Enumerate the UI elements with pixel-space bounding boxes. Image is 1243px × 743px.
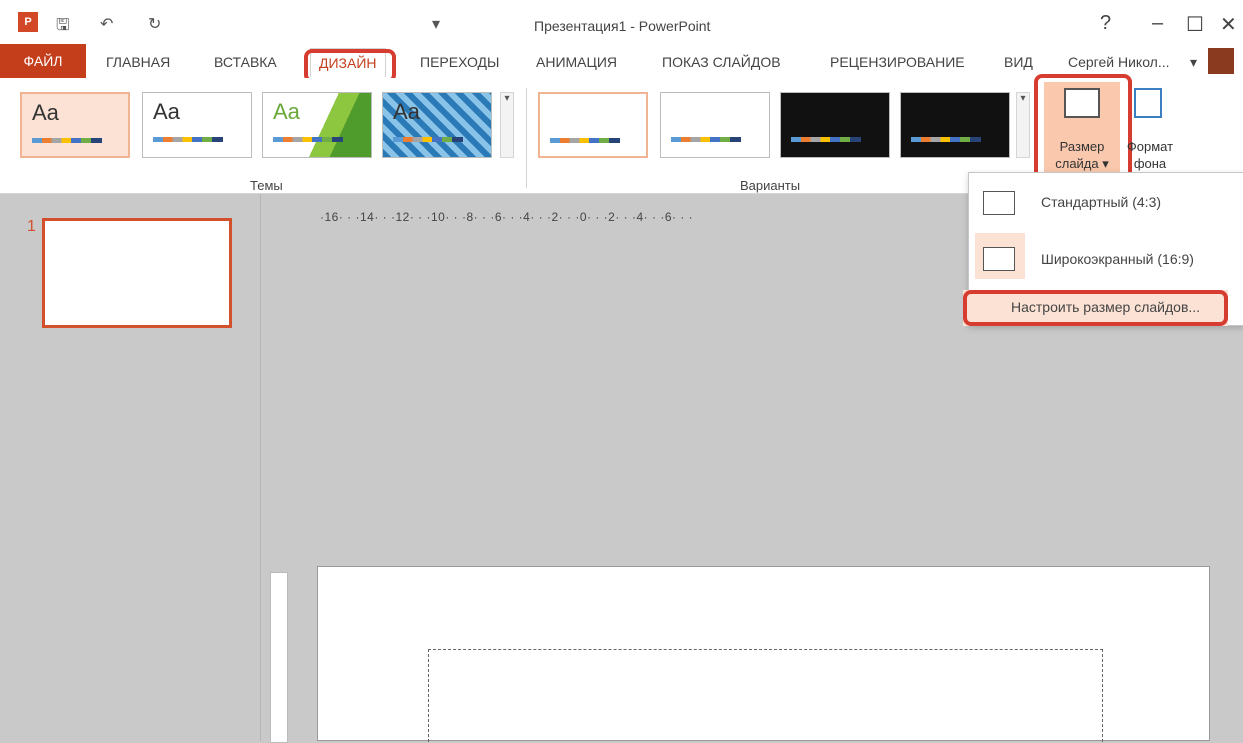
tab-home[interactable]: ГЛАВНАЯ	[106, 54, 170, 70]
tab-view[interactable]: ВИД	[1004, 54, 1033, 70]
menu-item-standard[interactable]: Стандартный (4:3)	[969, 181, 1243, 227]
slide-thumbnail[interactable]	[42, 218, 232, 328]
slide-number: 1	[27, 218, 36, 235]
format-background-label-1: Формат	[1126, 139, 1174, 154]
theme-color-bars	[32, 138, 102, 143]
theme-sample-label: Aa	[393, 99, 420, 124]
standard-size-icon	[983, 191, 1015, 215]
widescreen-size-icon	[983, 247, 1015, 271]
variants-more-chevron-icon[interactable]: ▾	[1016, 92, 1030, 158]
tab-file[interactable]: ФАЙЛ	[0, 44, 86, 78]
format-background-icon	[1134, 88, 1162, 118]
title-bar: P 🖫 ↶ ↻ ▾ Презентация1 - PowerPoint ? – …	[0, 0, 1243, 44]
vertical-ruler[interactable]	[270, 572, 288, 743]
theme-color-bars	[393, 137, 463, 142]
theme-sample-label: Aa	[273, 99, 300, 124]
customize-qat-icon[interactable]: ▾	[432, 14, 440, 34]
powerpoint-icon: P	[18, 12, 38, 32]
avatar[interactable]	[1208, 48, 1234, 74]
tab-slideshow[interactable]: ПОКАЗ СЛАЙДОВ	[662, 54, 781, 70]
close-button[interactable]: ✕	[1220, 12, 1237, 37]
variant-3[interactable]	[780, 92, 890, 158]
variant-color-bars	[791, 137, 861, 142]
theme-office[interactable]: Aa	[20, 92, 130, 158]
themes-more-chevron-icon[interactable]: ▾	[500, 92, 514, 158]
window-title: Презентация1 - PowerPoint	[534, 18, 711, 34]
ribbon-tabs: ФАЙЛ ГЛАВНАЯ ВСТАВКА ДИЗАЙН ПЕРЕХОДЫ АНИ…	[0, 44, 1243, 83]
variant-color-bars	[911, 137, 981, 142]
minimize-button[interactable]: –	[1152, 12, 1163, 35]
group-separator	[526, 88, 527, 188]
theme-2[interactable]: Aa	[142, 92, 252, 158]
variant-4[interactable]	[900, 92, 1010, 158]
variant-1[interactable]	[538, 92, 648, 158]
variant-2[interactable]	[660, 92, 770, 158]
theme-color-bars	[273, 137, 343, 142]
theme-4[interactable]: Aa	[382, 92, 492, 158]
slide-size-highlight	[1034, 74, 1132, 184]
theme-color-bars	[153, 137, 223, 142]
help-button[interactable]: ?	[1100, 12, 1111, 35]
themes-group-label: Темы	[250, 178, 283, 193]
undo-icon[interactable]: ↶	[100, 14, 113, 34]
menu-item-label: Стандартный (4:3)	[1041, 194, 1162, 210]
theme-sample-label: Aa	[32, 100, 59, 125]
format-background-button[interactable]: Формат фона	[1120, 82, 1180, 176]
tab-transitions[interactable]: ПЕРЕХОДЫ	[420, 54, 499, 70]
variant-color-bars	[671, 137, 741, 142]
content-placeholder[interactable]	[428, 649, 1103, 742]
user-menu-chevron-icon[interactable]: ▾	[1190, 54, 1197, 71]
custom-size-highlight	[963, 290, 1228, 326]
redo-icon[interactable]: ↻	[148, 14, 161, 34]
menu-item-widescreen[interactable]: Широкоэкранный (16:9)	[969, 233, 1243, 279]
tab-review[interactable]: РЕЦЕНЗИРОВАНИЕ	[830, 54, 965, 70]
tab-insert[interactable]: ВСТАВКА	[214, 54, 277, 70]
user-name[interactable]: Сергей Никол...	[1068, 54, 1170, 70]
save-icon[interactable]: 🖫	[56, 14, 70, 41]
tab-animations[interactable]: АНИМАЦИЯ	[536, 54, 617, 70]
theme-sample-label: Aa	[153, 99, 180, 124]
menu-item-label: Широкоэкранный (16:9)	[1041, 251, 1194, 267]
maximize-button[interactable]: ☐	[1186, 12, 1204, 37]
variant-color-bars	[550, 138, 620, 143]
horizontal-ruler[interactable]: ·16· · ·14· · ·12· · ·10· · ·8· · ·6· · …	[320, 210, 970, 226]
format-background-label-2: фона	[1133, 156, 1167, 171]
theme-3[interactable]: Aa	[262, 92, 372, 158]
variants-group-label: Варианты	[740, 178, 801, 193]
